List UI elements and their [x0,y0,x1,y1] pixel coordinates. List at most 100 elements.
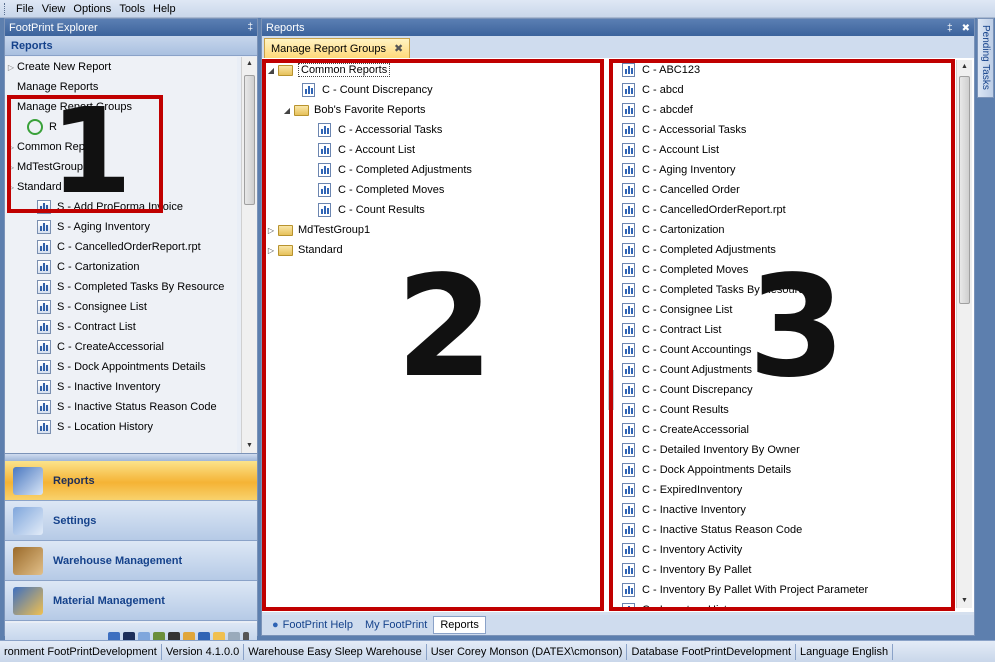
available-report-item[interactable]: C - Cartonization [618,220,954,240]
available-report-item[interactable]: C - ABC123 [618,60,954,80]
group-folder[interactable]: ◢ Bob's Favorite Reports [266,100,598,120]
explorer-scrollbar[interactable]: ▲ ▼ [241,57,257,453]
reports-icon [13,466,43,495]
nav-material-management[interactable]: Material Management [5,581,257,621]
available-report-item[interactable]: C - Aging Inventory [618,160,954,180]
group-report[interactable]: C - Completed Adjustments [266,160,598,180]
close-tab-icon[interactable]: ✖ [394,42,403,55]
expand-arrow-icon: ▷ [7,62,15,72]
tab-footprint-help[interactable]: ● FootPrint Help [266,616,359,634]
group-report[interactable]: C - Completed Moves [266,180,598,200]
explorer-item[interactable]: C - Cartonization [5,257,237,277]
explorer-item-label: S - Consignee List [57,301,147,313]
available-report-item[interactable]: C - CreateAccessorial [618,420,954,440]
report-icon [622,563,635,577]
group-label: Bob's Favorite Reports [314,104,426,116]
pin-icon[interactable]: ‡ [247,22,253,33]
available-report-item[interactable]: C - abcd [618,80,954,100]
available-report-item[interactable]: C - ExpiredInventory [618,480,954,500]
menu-tools[interactable]: Tools [118,3,146,15]
explorer-item[interactable]: C - CancelledOrderReport.rpt [5,237,237,257]
available-report-item[interactable]: C - Dock Appointments Details [618,460,954,480]
report-icon [37,340,51,354]
reports-list-scrollbar[interactable]: ▲ ▼ [956,60,972,608]
group-folder[interactable]: ◢ Common Reports [266,60,598,80]
available-report-item[interactable]: C - abcdef [618,100,954,120]
nav-warehouse-management[interactable]: Warehouse Management [5,541,257,581]
explorer-item[interactable]: S - Contract List [5,317,237,337]
document-tab-strip: Manage Report Groups ✖ [262,36,974,58]
available-report-item[interactable]: C - Inactive Inventory [618,500,954,520]
menu-grip[interactable] [4,2,7,15]
explorer-item-label: S - Dock Appointments Details [57,361,206,373]
report-icon [622,243,635,257]
explorer-item[interactable]: S - Location History [5,417,237,437]
report-icon [37,400,51,414]
pin-icon[interactable]: ‡ [947,23,953,34]
available-report-item[interactable]: C - Inactive Status Reason Code [618,520,954,540]
nav-reports[interactable]: Reports [5,461,257,501]
available-report-item[interactable]: C - Cancelled Order [618,180,954,200]
menu-options[interactable]: Options [72,3,112,15]
expand-arrow-icon[interactable]: ▷ [266,246,276,255]
available-report-item[interactable]: C - Inventory History [618,600,954,608]
nav-settings[interactable]: Settings [5,501,257,541]
nav-splitter[interactable] [5,453,257,461]
report-icon [622,383,635,397]
scroll-thumb[interactable] [959,76,970,304]
group-report[interactable]: C - Count Results [266,200,598,220]
group-report[interactable]: C - Account List [266,140,598,160]
menu-help[interactable]: Help [152,3,177,15]
explorer-item[interactable]: S - Inactive Inventory [5,377,237,397]
available-report-item[interactable]: C - Inventory By Pallet With Project Par… [618,580,954,600]
tab-my-footprint[interactable]: My FootPrint [359,616,433,634]
group-report[interactable]: C - Accessorial Tasks [266,120,598,140]
report-icon [622,343,635,357]
collapse-arrow-icon[interactable]: ◢ [282,106,292,115]
available-report-label: C - Contract List [642,324,722,336]
report-icon [37,320,51,334]
menu-view[interactable]: View [41,3,67,15]
explorer-item[interactable]: ▷ Create New Report [5,57,237,77]
explorer-item-label: S - Completed Tasks By Resource [57,281,225,293]
available-report-item[interactable]: C - Inventory By Pallet [618,560,954,580]
available-report-item[interactable]: C - Accessorial Tasks [618,120,954,140]
explorer-item[interactable]: S - Aging Inventory [5,217,237,237]
available-report-label: C - abcdef [642,104,693,116]
explorer-item[interactable]: S - Inactive Status Reason Code [5,397,237,417]
available-report-item[interactable]: C - CancelledOrderReport.rpt [618,200,954,220]
pending-tasks-tab[interactable]: Pending Tasks [977,18,994,98]
scroll-down-icon[interactable]: ▼ [242,439,257,453]
manage-groups-area: ◢ Common Reports C - Count Discrepancy ◢ Bob… [262,58,974,612]
explorer-item[interactable]: S - Completed Tasks By Resource [5,277,237,297]
available-report-label: C - Aging Inventory [642,164,736,176]
menu-file[interactable]: File [15,3,35,15]
group-folder[interactable]: ▷ MdTestGroup1 [266,220,598,240]
available-report-item[interactable]: C - Inventory Activity [618,540,954,560]
explorer-item[interactable]: S - Dock Appointments Details [5,357,237,377]
available-report-item[interactable]: C - Detailed Inventory By Owner [618,440,954,460]
scroll-down-icon[interactable]: ▼ [957,594,972,608]
scroll-up-icon[interactable]: ▲ [957,60,972,74]
explorer-section-header: Reports [5,36,257,56]
available-report-item[interactable]: C - Account List [618,140,954,160]
pending-tasks-label: Pending Tasks [980,25,991,90]
collapse-arrow-icon[interactable]: ◢ [266,66,276,75]
pane-splitter[interactable] [608,370,614,410]
report-icon [622,583,635,597]
expand-arrow-icon[interactable]: ▷ [266,226,276,235]
report-icon [37,280,51,294]
tab-reports[interactable]: Reports [433,616,486,634]
explorer-item[interactable]: S - Consignee List [5,297,237,317]
tab-label: Manage Report Groups [271,42,386,55]
scroll-up-icon[interactable]: ▲ [242,57,257,71]
scroll-thumb[interactable] [244,75,255,205]
report-icon [622,423,635,437]
close-icon[interactable]: ✖ [962,23,970,34]
report-icon [37,380,51,394]
tab-manage-report-groups[interactable]: Manage Report Groups ✖ [264,38,411,58]
explorer-item[interactable]: C - CreateAccessorial [5,337,237,357]
report-icon [318,163,331,177]
group-report[interactable]: C - Count Discrepancy [266,80,598,100]
group-label: C - Completed Moves [338,184,445,196]
